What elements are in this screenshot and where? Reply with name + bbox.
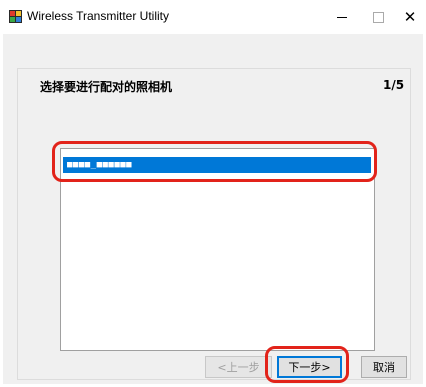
close-icon: ✕ bbox=[403, 7, 417, 26]
cancel-button[interactable]: 取消 bbox=[361, 356, 407, 378]
app-icon bbox=[9, 10, 22, 23]
minimize-button[interactable] bbox=[322, 0, 362, 34]
title-bar[interactable]: Wireless Transmitter Utility ✕ bbox=[0, 0, 426, 34]
next-button[interactable]: 下一步> bbox=[277, 356, 342, 378]
window-title: Wireless Transmitter Utility bbox=[27, 9, 170, 23]
back-button[interactable]: <上一步 bbox=[205, 356, 272, 378]
app-window: Wireless Transmitter Utility ✕ 选择要进行配对的照… bbox=[0, 0, 426, 387]
maximize-button[interactable] bbox=[358, 0, 398, 34]
page-title: 选择要进行配对的照相机 bbox=[40, 80, 173, 94]
camera-list-item[interactable]: ■■■■_■■■■■■ bbox=[63, 157, 371, 173]
maximize-icon bbox=[372, 11, 384, 23]
step-indicator: 1/5 bbox=[383, 78, 405, 92]
camera-listbox[interactable]: ■■■■_■■■■■■ bbox=[60, 148, 375, 351]
close-button[interactable]: ✕ bbox=[394, 0, 426, 34]
minimize-icon bbox=[337, 16, 347, 18]
